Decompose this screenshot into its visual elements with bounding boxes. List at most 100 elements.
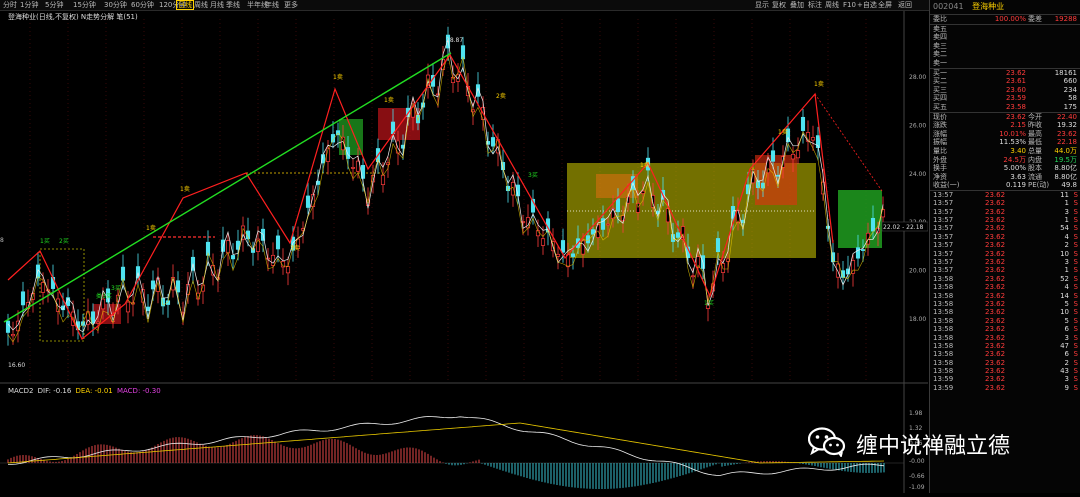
toolbar-button-3[interactable]: 标注 [808, 0, 822, 10]
candle-body [580, 240, 586, 255]
tick-time: 13:57 [933, 224, 954, 233]
candle-body [380, 174, 386, 185]
toolbar-button-7[interactable]: 全屏 [878, 0, 892, 10]
candle-body [560, 240, 566, 253]
tick-side: S [1073, 333, 1078, 342]
tick-price: 23.62 [985, 224, 1006, 233]
tick-side: S [1073, 299, 1078, 308]
tick-volume: 52 [1060, 274, 1069, 283]
tick-row: 13:57 23.62 1 S [930, 266, 1080, 274]
tick-price: 23.62 [985, 274, 1006, 283]
period-tab-9[interactable]: 月线 [210, 0, 224, 10]
candle-body [275, 235, 281, 250]
tick-time: 13:57 [933, 216, 954, 225]
period-tab-3[interactable]: 15分钟 [73, 0, 96, 10]
tick-volume: 2 [1064, 358, 1069, 367]
toolbar-button-6[interactable]: +自选 [857, 0, 877, 10]
tick-row: 13:57 23.62 1 S [930, 216, 1080, 224]
stat-label: 振幅 [933, 138, 947, 147]
wechat-watermark: 缠中说禅融立德 [808, 425, 1070, 461]
buy-volume: 234 [1063, 85, 1077, 94]
candle-body [230, 255, 236, 260]
candle-body [305, 195, 311, 208]
tick-price: 23.62 [985, 333, 1006, 342]
tick-volume: 43 [1060, 367, 1069, 376]
stat-label: 现价 [933, 112, 947, 121]
tick-row: 13:58 23.62 5 S [930, 300, 1080, 308]
period-tab-7[interactable]: 日线 [176, 0, 194, 10]
macd-dif-line [8, 416, 885, 476]
tick-list[interactable]: 13:57 23.62 11 S 13:57 23.62 1 S 13:57 23.62 3 S 13:… [930, 191, 1080, 392]
tick-volume: 5 [1064, 316, 1069, 325]
stock-header[interactable]: 002041 登海种业 [930, 0, 1080, 15]
buy-label: 买五 [933, 102, 947, 111]
tick-row: 13:57 23.62 3 S [930, 208, 1080, 216]
wechat-icon [808, 427, 846, 457]
quote-stats: 现价 23.62 今开 22.40 涨跌 2.15 昨收 19.32 涨幅 10.01% 最高 23.… [930, 113, 1080, 191]
toolbar-button-0[interactable]: 显示 [755, 0, 769, 10]
candle-body [10, 334, 16, 337]
period-tab-0[interactable]: 分时 [3, 0, 17, 10]
stat-label: 总量 [1028, 146, 1042, 155]
tick-row: 13:58 23.62 10 S [930, 308, 1080, 316]
period-tab-13[interactable]: 更多 [284, 0, 298, 10]
signal-label: 1卖 [640, 162, 650, 169]
stat-label: 涨跌 [933, 121, 947, 130]
macd-value: MACD: -0.30 [116, 387, 161, 395]
candle-body [675, 232, 681, 238]
tick-time: 13:57 [933, 207, 954, 216]
toolbar-button-2[interactable]: 叠加 [790, 0, 804, 10]
stat-label: 流通 [1028, 172, 1042, 181]
stat-value: 3.63 [1010, 172, 1026, 181]
sell-label: 卖三 [933, 41, 947, 50]
tick-price: 23.62 [985, 358, 1006, 367]
quote-panel: 002041 登海种业 委比 100.00% 委差 19288 卖五 卖四 卖三 卖二… [929, 0, 1080, 493]
tick-side: S [1073, 325, 1078, 334]
kline-chart-area[interactable]: 28.0026.0024.0022.0020.0018.001买2买类3买3买1… [0, 11, 929, 493]
period-tab-5[interactable]: 60分钟 [131, 0, 154, 10]
stat-value: 19.5万 [1054, 155, 1077, 164]
toolbar-button-5[interactable]: F10 [843, 0, 856, 10]
toolbar-button-4[interactable]: 周线 [825, 0, 839, 10]
ratio-value: 100.00% [994, 15, 1026, 23]
current-price-tag: 22.02 - 22.18 [883, 224, 924, 231]
stat-value: 44.0万 [1054, 146, 1077, 155]
tick-row: 13:58 23.62 5 S [930, 317, 1080, 325]
tick-price: 23.62 [985, 266, 1006, 275]
tick-side: S [1073, 207, 1078, 216]
period-tab-4[interactable]: 30分钟 [104, 0, 127, 10]
buy-price: 23.62 [1005, 68, 1026, 77]
signal-label: 3买 [111, 284, 121, 292]
stat-label: 最低 [1028, 138, 1042, 147]
candle-body [120, 266, 126, 281]
candle-body [605, 223, 611, 226]
stat-label: 昨收 [1028, 121, 1042, 130]
stat-value: 8.80亿 [1054, 164, 1077, 173]
tick-time: 13:57 [933, 266, 954, 275]
tick-row: 13:58 23.62 3 S [930, 334, 1080, 342]
ratio-label: 委比 [933, 15, 947, 23]
candle-body [540, 238, 546, 246]
watermark-text: 缠中说禅融立德 [856, 434, 1011, 459]
period-tab-2[interactable]: 5分钟 [45, 0, 63, 10]
period-tab-8[interactable]: 周线 [194, 0, 208, 10]
candle-body [95, 321, 101, 324]
buy-volume: 660 [1063, 77, 1077, 86]
stat-value: 8.80亿 [1054, 172, 1077, 181]
price-tick: 18.00 [909, 316, 926, 323]
stat-value: 2.15 [1010, 121, 1026, 130]
toolbar-button-1[interactable]: 复权 [772, 0, 786, 10]
tick-volume: 4 [1064, 232, 1069, 241]
period-tab-12[interactable]: 年线 [265, 0, 279, 10]
candle-body [150, 280, 156, 290]
trend-line [3, 52, 452, 323]
toolbar-button-8[interactable]: 返回 [898, 0, 912, 10]
kline-chart[interactable]: 28.0026.0024.0022.0020.0018.001买2买类3买3买1… [0, 11, 929, 493]
stat-label: PE(动) [1028, 181, 1050, 190]
sell-label: 卖二 [933, 50, 947, 59]
tick-price: 23.62 [985, 316, 1006, 325]
period-tab-1[interactable]: 1分钟 [20, 0, 38, 10]
candle-body [715, 238, 721, 253]
candle-body [570, 253, 576, 257]
period-tab-10[interactable]: 季线 [226, 0, 240, 10]
